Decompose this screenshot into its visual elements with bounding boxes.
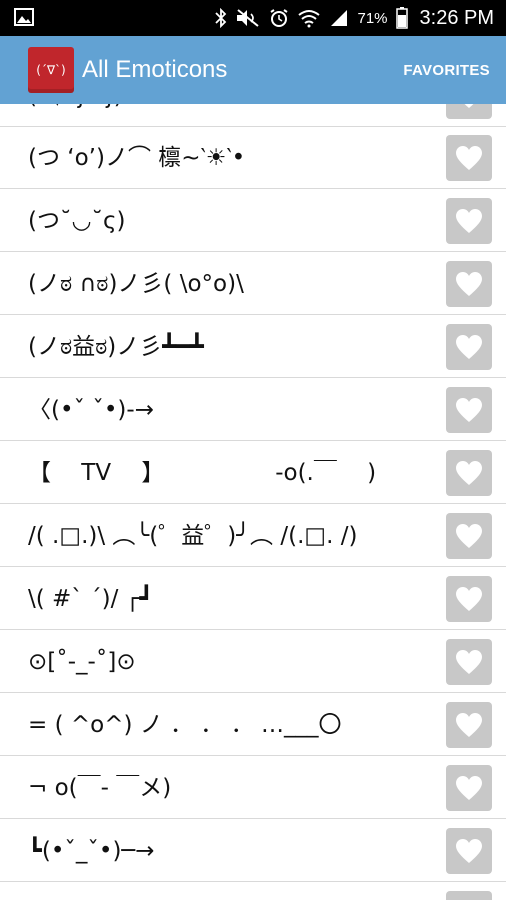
favorite-button[interactable] (446, 104, 492, 119)
battery-icon (395, 7, 408, 29)
alarm-icon (270, 9, 289, 27)
favorite-button[interactable] (446, 198, 492, 244)
emoticon-text: = ( ^o^) ノ ． ． ． …___〇 (28, 712, 342, 738)
heart-icon (456, 713, 482, 737)
bluetooth-icon (215, 8, 227, 28)
heart-icon (456, 524, 482, 548)
list-item[interactable]: \( #` ´)/ ┌┛ (0, 568, 506, 630)
heart-icon (456, 839, 482, 863)
heart-icon (456, 146, 482, 170)
list-item[interactable] (0, 883, 506, 900)
list-item[interactable]: ¬ o(￣- ￣メ) (0, 757, 506, 819)
emoticon-text: (´▽`ʃ♡ʃ) (28, 104, 123, 127)
app-icon[interactable]: (´∇`) (28, 47, 74, 93)
list-item[interactable]: (ノಠ ∩ಠ)ノ彡( \o°o)\ (0, 253, 506, 315)
favorite-button[interactable] (446, 261, 492, 307)
emoticon-list[interactable]: (´▽`ʃ♡ʃ) (つ ‘o’)ノ⌒ 檩~‵☀‵• (つ˘◡˘ς) (ノಠ ∩ಠ… (0, 104, 506, 900)
emoticon-text: 〈(•ˇ ˇ•)-→ (28, 397, 154, 423)
favorite-button[interactable] (446, 891, 492, 900)
emoticon-text: ┗(•ˇ_ˇ•)─→ (28, 838, 155, 864)
list-item[interactable]: 〈(•ˇ ˇ•)-→ (0, 379, 506, 441)
favorite-button[interactable] (446, 576, 492, 622)
emoticon-text: (つ ‘o’)ノ⌒ 檩~‵☀‵• (28, 145, 246, 171)
emoticon-text: (つ˘◡˘ς) (28, 208, 126, 234)
list-item[interactable]: = ( ^o^) ノ ． ． ． …___〇 (0, 694, 506, 756)
list-item[interactable]: ⊙[˚-_-˚]⊙ (0, 631, 506, 693)
list-item[interactable]: /( .□.)\ ︵╰(゜益゜)╯︵ /(.□. /) (0, 505, 506, 567)
list-item[interactable]: ┗(•ˇ_ˇ•)─→ (0, 820, 506, 882)
heart-icon (464, 104, 474, 108)
list-item[interactable]: (´▽`ʃ♡ʃ) (0, 104, 506, 127)
wifi-icon (298, 10, 321, 28)
action-bar: (´∇`) All Emoticons FAVORITES (0, 36, 506, 104)
heart-icon (456, 209, 482, 233)
favorite-button[interactable] (446, 387, 492, 433)
heart-icon (456, 587, 482, 611)
emoticon-text: ⊙[˚-_-˚]⊙ (28, 649, 136, 675)
gallery-icon (14, 8, 34, 26)
favorite-button[interactable] (446, 828, 492, 874)
list-item[interactable]: (つ˘◡˘ς) (0, 190, 506, 252)
favorite-button[interactable] (446, 639, 492, 685)
favorite-button[interactable] (446, 702, 492, 748)
list-item[interactable]: (ノಠ益ಠ)ノ彡┻━┻ (0, 316, 506, 378)
favorite-button[interactable] (446, 513, 492, 559)
page-title: All Emoticons (82, 56, 228, 83)
battery-percent: 71% (357, 9, 388, 27)
favorite-button[interactable] (446, 765, 492, 811)
emoticon-text: (ノಠ益ಠ)ノ彡┻━┻ (28, 334, 204, 360)
list-item[interactable]: (つ ‘o’)ノ⌒ 檩~‵☀‵• (0, 127, 506, 189)
signal-icon (331, 10, 348, 26)
emoticon-text: ¬ o(￣- ￣メ) (28, 775, 172, 801)
heart-icon (456, 650, 482, 674)
mute-icon (237, 9, 260, 27)
emoticon-text: /( .□.)\ ︵╰(゜益゜)╯︵ /(.□. /) (28, 523, 358, 549)
favorite-button[interactable] (446, 324, 492, 370)
heart-icon (456, 335, 482, 359)
heart-icon (456, 272, 482, 296)
favorite-button[interactable] (446, 135, 492, 181)
heart-icon (456, 776, 482, 800)
app-icon-text: (´∇`) (36, 63, 66, 77)
favorite-button[interactable] (446, 450, 492, 496)
list-item[interactable]: 【 TV 】 -o(.￣ ) (0, 442, 506, 504)
clock: 3:26 PM (419, 6, 494, 29)
emoticon-text: 【 TV 】 -o(.￣ ) (28, 460, 377, 486)
emoticon-text: \( #` ´)/ ┌┛ (28, 586, 154, 612)
emoticon-text: (ノಠ ∩ಠ)ノ彡( \o°o)\ (28, 271, 244, 297)
favorites-button[interactable]: FAVORITES (403, 62, 490, 79)
heart-icon (456, 461, 482, 485)
heart-icon (456, 398, 482, 422)
status-bar: 71% 3:26 PM (0, 0, 506, 36)
